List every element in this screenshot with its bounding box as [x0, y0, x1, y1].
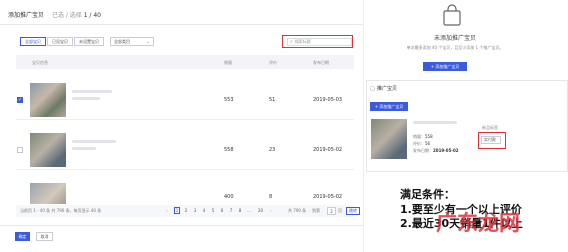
pagination-info: 当前页 1 - 40 条 共 790 条，每页显示 40 条 — [20, 208, 102, 213]
goto-label: 到第 — [312, 208, 320, 213]
category-dropdown-label: 全部类目 — [114, 38, 130, 44]
shopping-bag-icon: ▢ — [370, 86, 375, 92]
row-checkbox[interactable]: ✓ — [17, 97, 23, 103]
row-reviews: 51 — [269, 97, 276, 103]
table-row[interactable]: 400 8 2019-05-02 — [16, 180, 354, 204]
filter-all-products[interactable]: 全部宝贝 — [20, 37, 46, 46]
goto-page-input[interactable]: 2 — [327, 207, 336, 215]
product-thumbnail — [30, 133, 66, 167]
page-1[interactable]: 1 — [174, 207, 180, 214]
search-placeholder: 搜索标题 — [294, 38, 311, 44]
col-publish-date[interactable]: 发布日期 — [313, 60, 329, 66]
note-heading: 满足条件： — [400, 188, 455, 201]
page-7[interactable]: 7 — [228, 207, 234, 214]
prev-page-icon[interactable]: ‹ — [166, 208, 168, 213]
goto-button[interactable]: 跳转 — [346, 207, 360, 215]
tag-input-label: 新品标签 — [482, 125, 498, 130]
date-label: 发布日期： — [413, 148, 433, 153]
row-date: 2019-05-03 — [313, 97, 343, 103]
page-5[interactable]: 5 — [210, 207, 216, 214]
promoted-sales: 558 — [425, 134, 433, 139]
page-8[interactable]: 8 — [237, 207, 243, 214]
row-sales: 553 — [224, 97, 234, 103]
watermark: 广东龙网 — [436, 211, 520, 235]
row-sales: 558 — [224, 147, 234, 153]
reviews-label: 评价： — [413, 141, 425, 146]
filter-unset-products[interactable]: 未设置宝贝 — [74, 37, 104, 46]
promoted-products-card: ▢ 推广宝贝 + 添加推广宝贝 销量：558 评价：56 发布日期：2019-0… — [366, 80, 568, 172]
page-6[interactable]: 6 — [219, 207, 225, 214]
table-row[interactable]: ✓ 553 51 2019-05-03 — [16, 80, 354, 120]
blurred-title — [413, 121, 457, 124]
card-add-product-button[interactable]: + 添加推广宝贝 — [370, 102, 408, 111]
confirm-button[interactable]: 确定 — [15, 232, 30, 241]
table-row[interactable]: 558 23 2019-05-02 — [16, 130, 354, 170]
promoted-date: 2019-05-02 — [433, 148, 459, 153]
next-page-icon[interactable]: › — [270, 208, 272, 213]
card-title: 推广宝贝 — [377, 86, 398, 92]
pagination-bar: 当前页 1 - 40 条 共 790 条，每页显示 40 条 ‹ 1 2 3 4… — [16, 205, 360, 217]
row-sales: 400 — [224, 194, 234, 200]
blurred-title — [72, 140, 116, 143]
header-divider — [0, 24, 363, 25]
dialog-header: 添加推广宝贝 已选 / 选择 1 / 40 — [8, 10, 101, 19]
row-date: 2019-05-02 — [313, 194, 343, 200]
empty-state-description: 单次最多添加 40 个宝贝，且至少添加 1 个推广宝贝。 — [406, 45, 504, 50]
row-checkbox[interactable] — [17, 147, 23, 153]
selected-count: 1 / 40 — [83, 12, 101, 19]
promoted-product-thumbnail — [371, 119, 407, 159]
pagination-total: 共 790 条 — [288, 208, 307, 213]
empty-state-title: 未添加推广宝贝 — [433, 35, 476, 42]
col-reviews[interactable]: 评价 — [269, 60, 277, 66]
tag-input[interactable]: 实付款 — [481, 136, 501, 144]
page-2[interactable]: 2 — [183, 207, 189, 214]
add-product-dialog: 添加推广宝贝 已选 / 选择 1 / 40 全部宝贝 已设宝贝 未设置宝贝 全部… — [0, 0, 363, 252]
product-thumbnail — [30, 183, 66, 204]
filter-set-products[interactable]: 已设宝贝 — [47, 37, 73, 46]
row-reviews: 8 — [269, 194, 273, 200]
category-dropdown[interactable]: 全部类目 ⌄ — [110, 37, 154, 46]
panel-separator — [363, 0, 364, 252]
goto-unit: 页 — [338, 208, 342, 213]
dialog-title: 添加推广宝贝 — [8, 12, 45, 19]
row-reviews: 23 — [269, 147, 276, 153]
page-3[interactable]: 3 — [192, 207, 198, 214]
blurred-price — [72, 97, 100, 100]
product-thumbnail — [30, 83, 66, 117]
add-promoted-product-button[interactable]: + 添加推广宝贝 — [423, 62, 467, 71]
cancel-button[interactable]: 取消 — [36, 232, 53, 241]
col-product-info: 宝贝信息 — [32, 60, 48, 65]
table-header: 宝贝信息 销量 评价 发布日期 — [16, 55, 354, 69]
tag-input-highlight: 实付款 — [478, 132, 506, 149]
blurred-title — [72, 90, 112, 93]
blurred-price — [72, 147, 96, 150]
search-icon: ⌕ — [290, 38, 293, 45]
search-box-highlight: ⌕ 搜索标题 — [282, 35, 353, 48]
col-sales[interactable]: 销量 — [224, 60, 232, 66]
promoted-reviews: 56 — [425, 141, 431, 146]
footer-divider — [0, 225, 363, 226]
page-ellipsis: ... — [247, 208, 251, 213]
page-20[interactable]: 20 — [256, 207, 265, 214]
row-date: 2019-05-02 — [313, 147, 343, 153]
sales-label: 销量： — [413, 134, 425, 139]
page-4[interactable]: 4 — [201, 207, 207, 214]
search-input[interactable]: ⌕ 搜索标题 — [287, 37, 352, 46]
shopping-bag-icon — [443, 4, 461, 26]
chevron-down-icon: ⌄ — [145, 39, 150, 45]
selected-label: 已选 / 选择 — [51, 12, 82, 19]
